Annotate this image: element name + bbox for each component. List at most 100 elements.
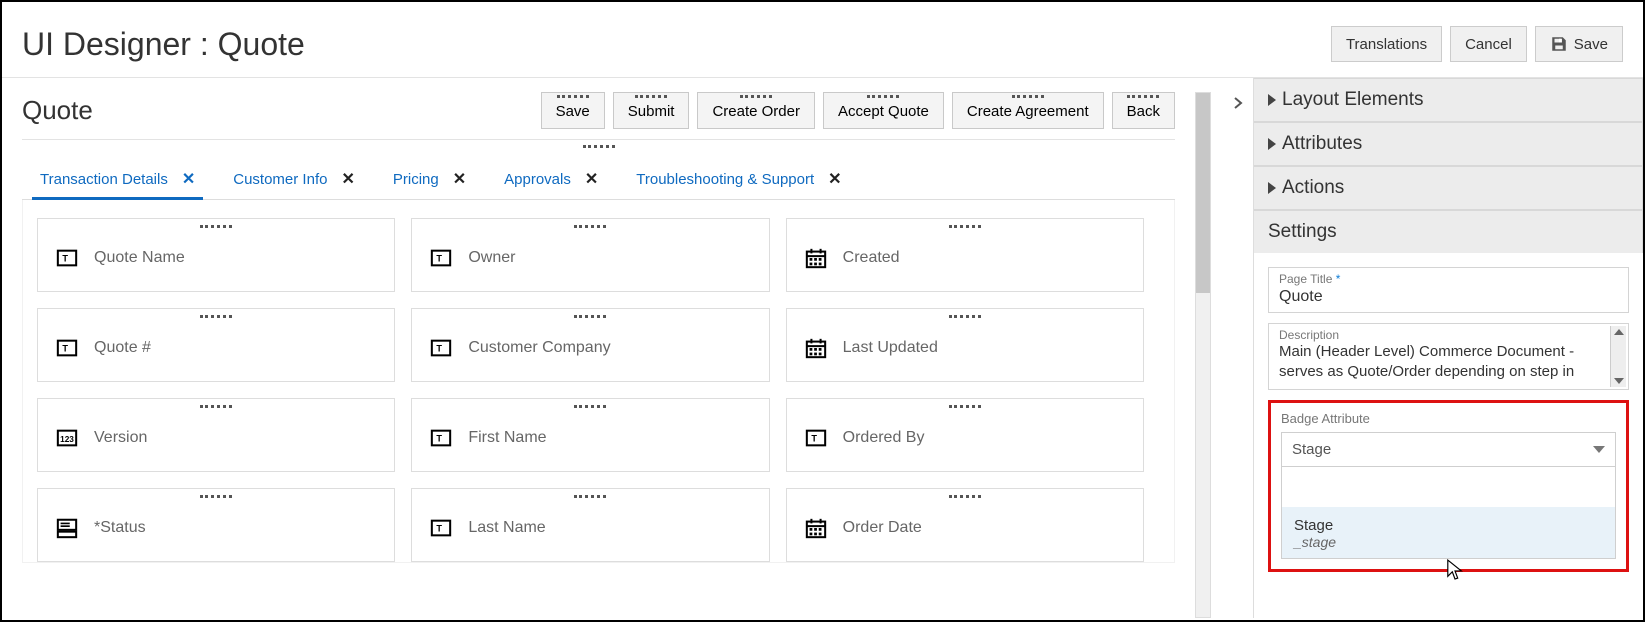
section-actions[interactable]: Actions [1254, 166, 1643, 210]
action-back-button[interactable]: Back [1112, 92, 1175, 129]
badge-attribute-label: Badge Attribute [1281, 411, 1616, 426]
menu-field-icon [56, 517, 78, 539]
caret-right-icon [1268, 138, 1276, 150]
description-field[interactable]: Description Main (Header Level) Commerce… [1268, 323, 1629, 390]
tab-label: Pricing [393, 171, 439, 188]
close-icon[interactable]: ✕ [585, 169, 598, 189]
field-label: Customer Company [468, 339, 610, 357]
field-cell[interactable]: TQuote Name [37, 218, 395, 292]
field-label: Order Date [843, 519, 922, 537]
tab-label: Transaction Details [40, 171, 168, 188]
caret-right-icon [1268, 182, 1276, 194]
svg-text:T: T [437, 434, 443, 444]
required-star: * [1336, 272, 1341, 286]
field-cell[interactable]: T Ordered By [786, 398, 1144, 472]
select-value: Stage [1292, 441, 1331, 458]
option-label: Stage [1294, 517, 1603, 534]
tab-transaction-details[interactable]: Transaction Details ✕ [36, 159, 199, 199]
close-icon[interactable]: ✕ [341, 169, 354, 189]
save-icon [1550, 35, 1568, 53]
field-value: Quote [1279, 286, 1618, 306]
field-cell[interactable]: Last Updated [786, 308, 1144, 382]
field-cell[interactable]: T Quote # [37, 308, 395, 382]
tab-pricing[interactable]: Pricing ✕ [389, 159, 470, 199]
field-label: Quote # [94, 339, 151, 357]
field-label: Page Title * [1279, 272, 1618, 286]
text-field-icon: T [56, 247, 78, 269]
number-field-icon: 123 [56, 427, 78, 449]
page-title-field[interactable]: Page Title * Quote [1268, 267, 1629, 313]
calendar-icon [805, 517, 827, 539]
field-label: Owner [468, 249, 515, 267]
tab-label: Customer Info [233, 171, 327, 188]
side-panel: Layout Elements Attributes Actions Setti… [1253, 78, 1643, 618]
field-label: *Status [94, 519, 146, 537]
field-cell[interactable]: T First Name [411, 398, 769, 472]
collapse-panel-arrow[interactable] [1223, 78, 1253, 618]
action-create-agreement-button[interactable]: Create Agreement [952, 92, 1104, 129]
badge-attribute-select[interactable]: Stage [1281, 432, 1616, 467]
field-label: First Name [468, 429, 546, 447]
tab-label: Approvals [504, 171, 571, 188]
badge-attribute-group: Badge Attribute Stage Stage _stage [1268, 400, 1629, 572]
text-field-icon: T [430, 247, 452, 269]
badge-attribute-dropdown: Stage _stage [1281, 467, 1616, 559]
svg-text:123: 123 [60, 435, 74, 444]
canvas-divider [22, 139, 1175, 153]
field-cell[interactable]: T Customer Company [411, 308, 769, 382]
canvas-actions: Save Submit Create Order Accept Quote Cr… [541, 92, 1205, 129]
section-settings[interactable]: Settings [1254, 210, 1643, 253]
svg-text:T: T [437, 524, 443, 534]
section-attributes[interactable]: Attributes [1254, 122, 1643, 166]
scrollbar-thumb[interactable] [1196, 93, 1210, 293]
svg-text:T: T [437, 254, 443, 264]
option-sublabel: _stage [1294, 534, 1603, 550]
close-icon[interactable]: ✕ [182, 169, 195, 189]
svg-text:T: T [811, 434, 817, 444]
dropdown-option-blank[interactable] [1282, 467, 1615, 507]
text-field-icon: T [56, 337, 78, 359]
tab-approvals[interactable]: Approvals ✕ [500, 159, 602, 199]
tab-customer-info[interactable]: Customer Info ✕ [229, 159, 359, 199]
field-cell[interactable]: *Status [37, 488, 395, 562]
dropdown-option-stage[interactable]: Stage _stage [1282, 507, 1615, 558]
field-cell[interactable]: Order Date [786, 488, 1144, 562]
cancel-button[interactable]: Cancel [1450, 26, 1527, 62]
save-button[interactable]: Save [1535, 26, 1623, 62]
cursor-icon [1446, 558, 1464, 582]
field-label: Last Name [468, 519, 545, 537]
field-label: Description [1279, 328, 1618, 342]
field-cell[interactable]: T Owner [411, 218, 769, 292]
caret-right-icon [1268, 94, 1276, 106]
section-label: Layout Elements [1282, 89, 1424, 111]
action-create-order-button[interactable]: Create Order [697, 92, 815, 129]
tab-troubleshooting[interactable]: Troubleshooting & Support ✕ [632, 159, 845, 199]
svg-text:T: T [62, 344, 68, 354]
textarea-spinner[interactable] [1610, 326, 1626, 387]
action-save-button[interactable]: Save [541, 92, 605, 129]
header-buttons: Translations Cancel Save [1331, 26, 1623, 62]
translations-button[interactable]: Translations [1331, 26, 1442, 62]
field-label: Version [94, 429, 147, 447]
field-label: Ordered By [843, 429, 925, 447]
text-field-icon: T [805, 427, 827, 449]
canvas-area: Quote Save Submit Create Order Accept Qu… [2, 78, 1223, 618]
tab-label: Troubleshooting & Support [636, 171, 814, 188]
calendar-icon [805, 247, 827, 269]
action-submit-button[interactable]: Submit [613, 92, 690, 129]
section-label: Attributes [1282, 133, 1362, 155]
close-icon[interactable]: ✕ [828, 169, 841, 189]
field-cell[interactable]: 123 Version [37, 398, 395, 472]
tabs-bar: Transaction Details ✕ Customer Info ✕ Pr… [22, 153, 1175, 200]
field-cell[interactable]: Created [786, 218, 1144, 292]
text-field-icon: T [430, 427, 452, 449]
canvas-scrollbar[interactable] [1195, 92, 1211, 618]
action-accept-quote-button[interactable]: Accept Quote [823, 92, 944, 129]
field-label: Created [843, 249, 900, 267]
canvas-title: Quote [22, 95, 93, 126]
text-field-icon: T [430, 337, 452, 359]
text-field-icon: T [430, 517, 452, 539]
close-icon[interactable]: ✕ [453, 169, 466, 189]
field-cell[interactable]: T Last Name [411, 488, 769, 562]
section-layout-elements[interactable]: Layout Elements [1254, 78, 1643, 122]
